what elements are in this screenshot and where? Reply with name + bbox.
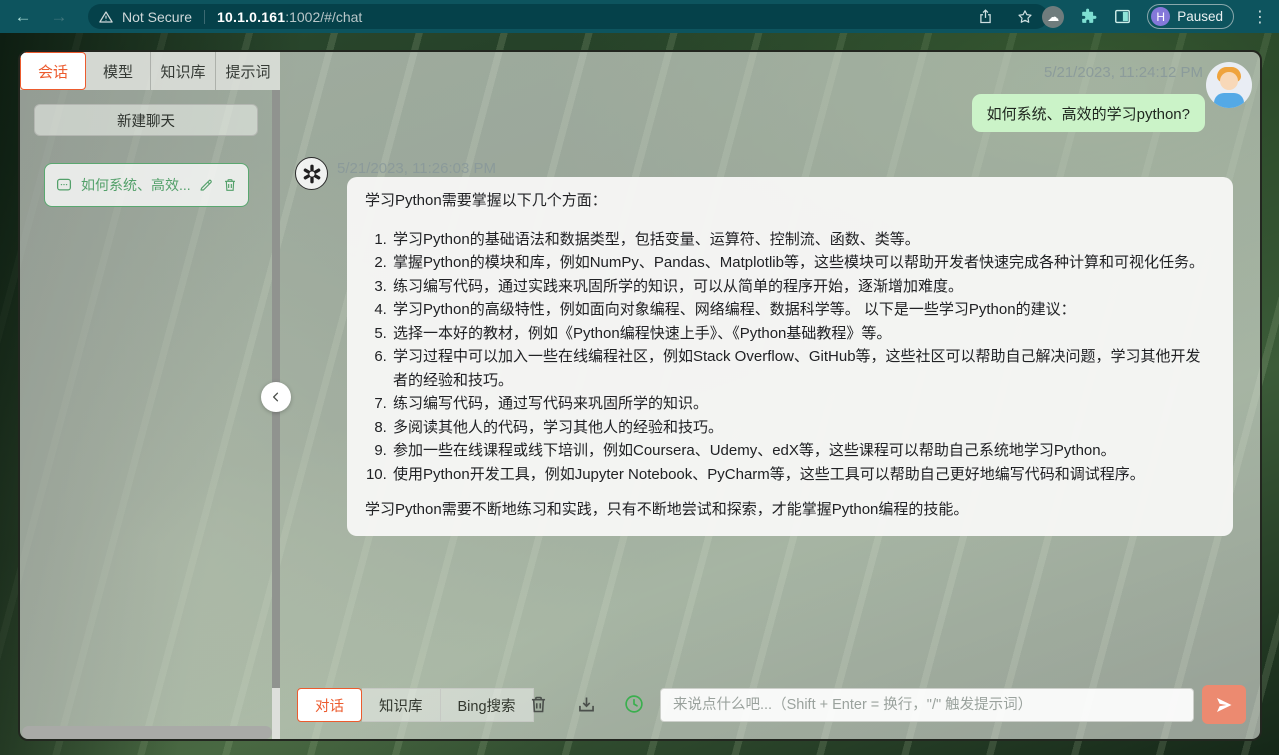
assistant-list: 学习Python的基础语法和数据类型，包括变量、运算符、控制流、函数、类等。掌握… <box>365 228 1215 487</box>
assistant-list-item: 掌握Python的模块和库，例如NumPy、Pandas、Matplotlib等… <box>391 251 1215 275</box>
edit-icon[interactable] <box>198 177 214 193</box>
assistant-list-item: 学习Python的高级特性，例如面向对象编程、网络编程、数据科学等。 以下是一些… <box>391 298 1215 322</box>
sidebar-divider[interactable] <box>272 90 280 741</box>
assistant-list-item: 学习Python的基础语法和数据类型，包括变量、运算符、控制流、函数、类等。 <box>391 228 1215 252</box>
history-icon[interactable] <box>623 693 645 715</box>
browser-toolbar: ← → Not Secure 10.1.0.161 :1002/#/chat ☁ <box>0 0 1279 33</box>
user-avatar-icon <box>1206 62 1252 108</box>
more-menu-icon[interactable]: ⋮ <box>1249 7 1271 27</box>
assistant-logo-icon <box>295 157 328 190</box>
mode-tab-bing-search[interactable]: Bing搜索 <box>441 688 534 722</box>
side-panel-icon[interactable] <box>1113 7 1132 26</box>
sidebar-collapse-button[interactable] <box>261 382 291 412</box>
export-download-icon[interactable] <box>575 693 597 715</box>
cloud-icon[interactable]: ☁ <box>1042 6 1064 28</box>
assistant-message-timestamp: 5/21/2023, 11:26:03 PM <box>337 160 496 177</box>
omnibox-divider <box>204 10 205 24</box>
divider-scroll-thumb[interactable] <box>272 688 280 741</box>
assistant-list-item: 练习编写代码，通过写代码来巩固所学的知识。 <box>391 392 1215 416</box>
assistant-list-item: 练习编写代码，通过实践来巩固所学的知识，可以从简单的程序开始，逐渐增加难度。 <box>391 275 1215 299</box>
new-chat-button[interactable]: 新建聊天 <box>34 104 258 136</box>
assistant-list-item: 选择一本好的教材，例如《Python编程快速上手》、《Python基础教程》等。 <box>391 322 1215 346</box>
assistant-intro: 学习Python需要掌握以下几个方面： <box>365 189 1215 213</box>
address-bar[interactable]: Not Secure 10.1.0.161 :1002/#/chat <box>88 4 1048 29</box>
delete-icon[interactable] <box>222 177 238 193</box>
bookmark-star-icon[interactable] <box>1016 8 1034 26</box>
user-message-bubble: 如何系统、高效的学习python? <box>972 94 1205 132</box>
assistant-list-item: 学习过程中可以加入一些在线编程社区，例如Stack Overflow、GitHu… <box>391 345 1215 392</box>
user-message-timestamp: 5/21/2023, 11:24:12 PM <box>1044 64 1203 81</box>
url-path: :1002/#/chat <box>285 9 362 25</box>
url-host: 10.1.0.161 <box>217 9 285 25</box>
sidebar-tab-bar: 会话 模型 知识库 提示词 <box>20 52 280 90</box>
sidebar-horizontal-scrollbar[interactable] <box>22 726 272 739</box>
conversation-title: 如何系统、高效... <box>81 175 190 195</box>
composer-actions <box>527 693 645 715</box>
app-window: 会话 模型 知识库 提示词 新建聊天 如何系统、高效... 5/21/2023,… <box>18 50 1262 741</box>
mode-tab-chat[interactable]: 对话 <box>297 688 362 722</box>
tab-prompts[interactable]: 提示词 <box>216 52 280 90</box>
tab-knowledge-base[interactable]: 知识库 <box>151 52 216 90</box>
assistant-list-item: 多阅读其他人的代码，学习其他人的经验和技巧。 <box>391 416 1215 440</box>
send-button[interactable] <box>1202 685 1246 724</box>
assistant-outro: 学习Python需要不断地练习和实践，只有不断地尝试和探索，才能掌握Python… <box>365 498 1215 522</box>
tab-models[interactable]: 模型 <box>86 52 151 90</box>
share-icon[interactable] <box>977 8 994 25</box>
message-input[interactable] <box>660 688 1194 722</box>
back-icon[interactable]: ← <box>10 4 36 30</box>
profile-status: Paused <box>1177 9 1223 24</box>
mode-tab-knowledge-base[interactable]: 知识库 <box>362 688 441 722</box>
warning-icon <box>98 9 114 25</box>
assistant-list-item: 参加一些在线课程或线下培训，例如Coursera、Udemy、edX等，这些课程… <box>391 439 1215 463</box>
profile-avatar: H <box>1151 7 1170 26</box>
chat-bubble-icon <box>55 176 73 194</box>
tab-conversations[interactable]: 会话 <box>20 52 86 90</box>
profile-pill[interactable]: H Paused <box>1147 4 1234 29</box>
clear-trash-icon[interactable] <box>527 693 549 715</box>
assistant-message-bubble: 学习Python需要掌握以下几个方面： 学习Python的基础语法和数据类型，包… <box>347 177 1233 536</box>
extensions-icon[interactable] <box>1079 7 1098 26</box>
conversation-list-item[interactable]: 如何系统、高效... <box>44 163 249 207</box>
security-label: Not Secure <box>122 9 192 25</box>
composer-mode-tabs: 对话 知识库 Bing搜索 <box>297 688 534 722</box>
assistant-list-item: 使用Python开发工具，例如Jupyter Notebook、PyCharm等… <box>391 463 1215 487</box>
forward-icon[interactable]: → <box>46 4 72 30</box>
